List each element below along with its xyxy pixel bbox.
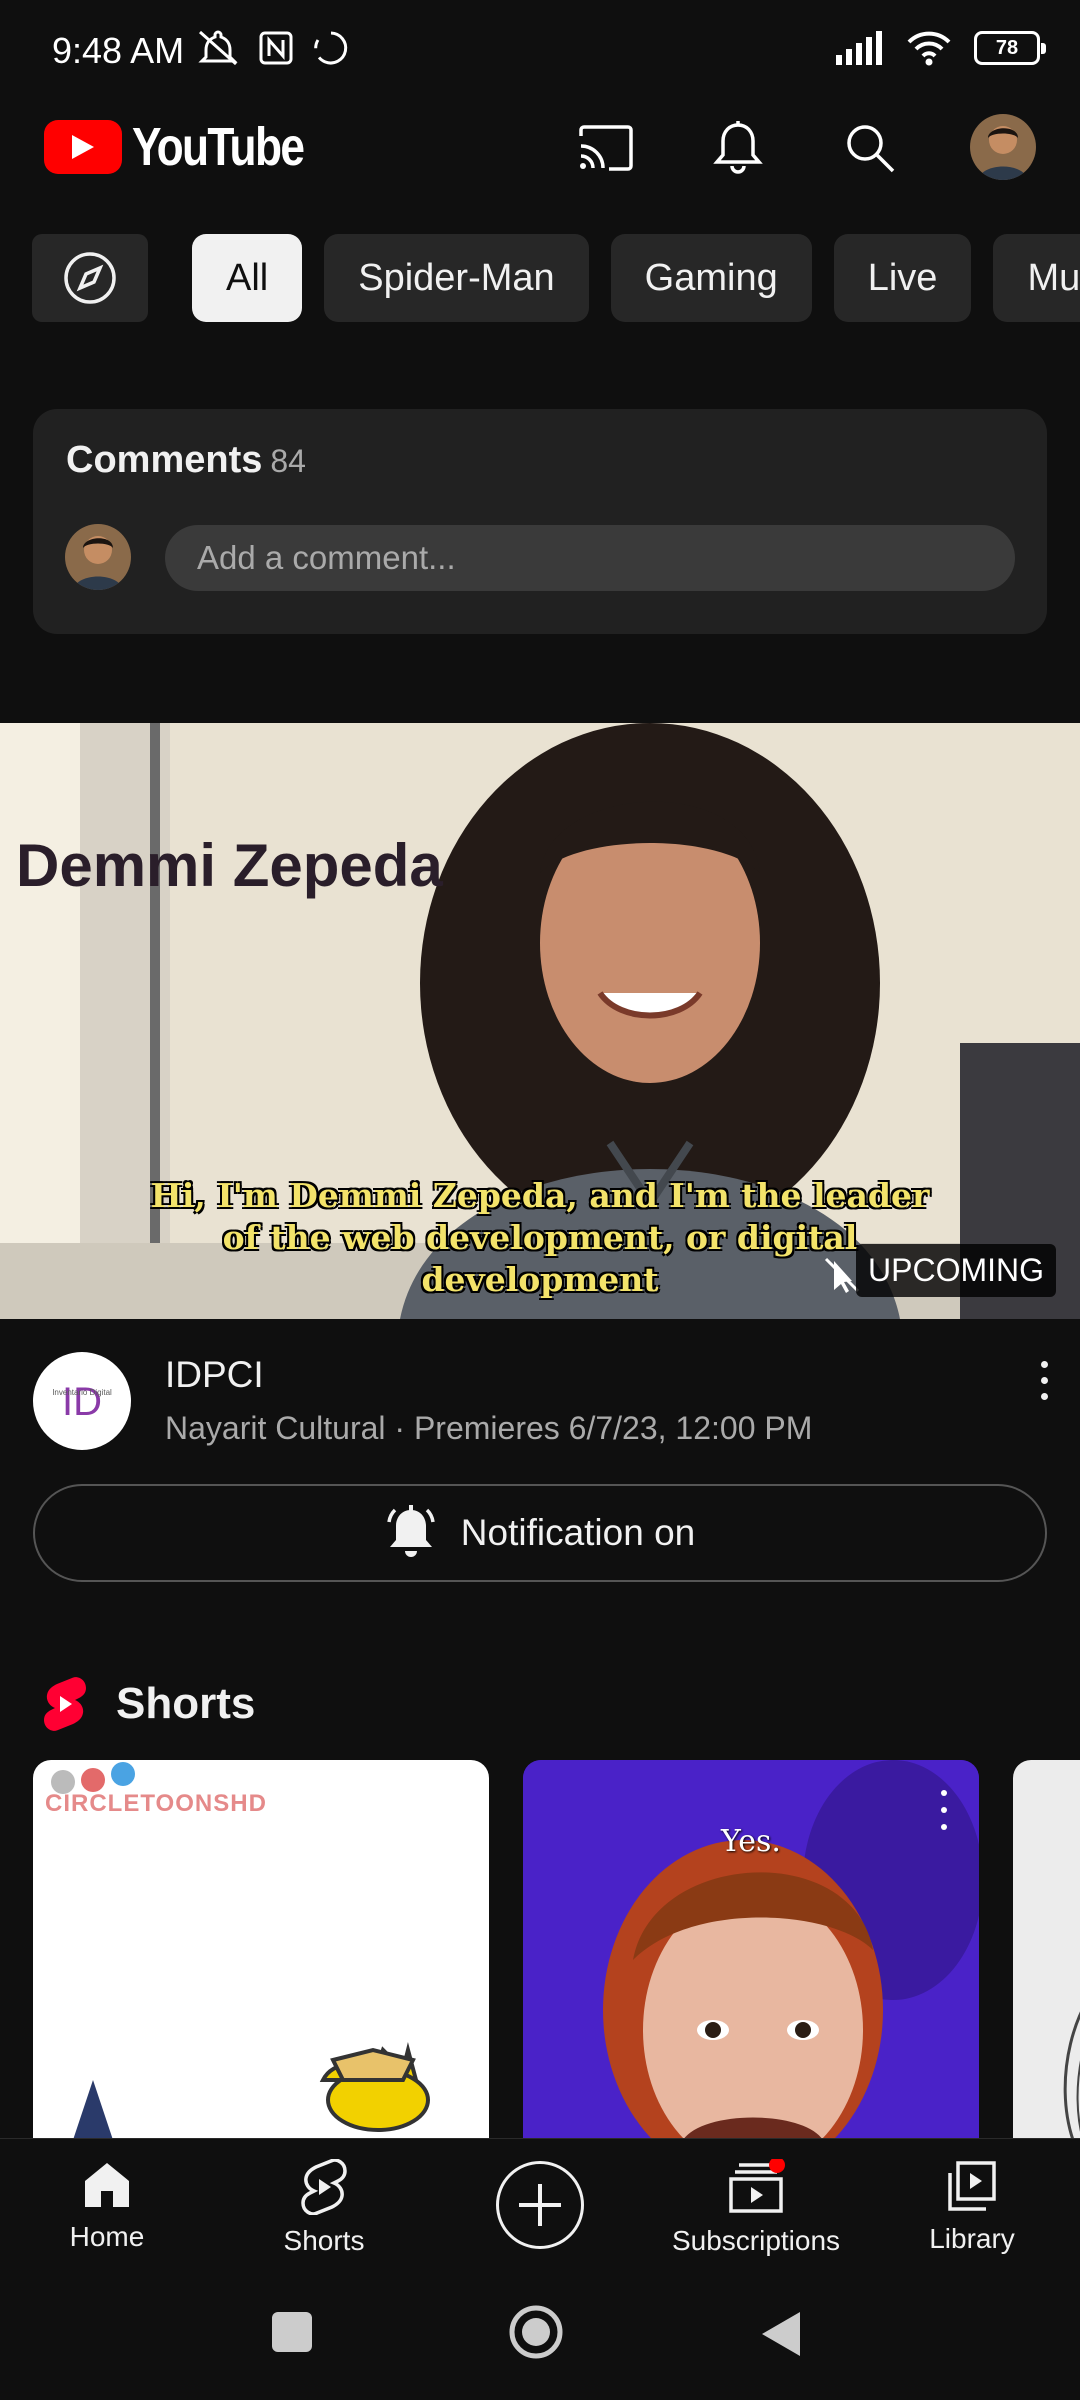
app-header: YouTube <box>0 104 1080 192</box>
nav-shorts-label: Shorts <box>283 2225 365 2256</box>
signal-icon <box>836 31 882 65</box>
home-system-button[interactable] <box>508 2304 564 2365</box>
filter-chips: All Spider-Man Gaming Live Mu <box>32 234 1080 322</box>
nav-library-label: Library <box>929 2223 1015 2254</box>
youtube-logo[interactable]: YouTube <box>44 116 341 178</box>
comments-count: 84 <box>270 443 306 479</box>
nav-subscriptions-label: Subscriptions <box>671 2225 841 2256</box>
back-triangle-icon <box>762 2312 800 2356</box>
nav-library[interactable]: Library <box>872 2159 1072 2255</box>
search-icon <box>847 125 895 173</box>
mute-vibrate-icon <box>198 30 238 66</box>
svg-text:ID: ID <box>62 1380 102 1424</box>
nav-home-label: Home <box>69 2221 145 2252</box>
subscriptions-icon <box>729 2159 785 2213</box>
short-cartoon-image <box>51 1762 430 2140</box>
channel-avatar[interactable]: ID Inventario Digital <box>33 1352 131 1450</box>
notifications-button[interactable] <box>702 112 774 184</box>
chip-gaming[interactable]: Gaming <box>610 234 812 322</box>
cast-icon <box>579 125 633 171</box>
recents-button[interactable] <box>270 2310 314 2359</box>
bell-filled-icon <box>387 1505 435 1557</box>
status-time: 9:48 AM <box>52 30 185 71</box>
short-man-image <box>523 1760 979 2140</box>
short-card[interactable]: CIRCLETOONSHD <box>33 1760 489 2140</box>
short-card[interactable] <box>1013 1760 1080 2140</box>
nav-shorts[interactable]: Shorts <box>224 2159 424 2257</box>
logo-wordmark: YouTube <box>132 117 305 177</box>
explore-chip[interactable] <box>32 234 148 322</box>
library-icon <box>948 2161 996 2211</box>
video-thumbnail[interactable]: Demmi Zepeda Hi, I'm Demmi Zepeda, and I… <box>0 723 1080 1319</box>
comments-title: Comments <box>66 439 263 481</box>
video-meta: Nayarit Cultural · Premieres 6/7/23, 12:… <box>165 1410 813 1446</box>
cast-button[interactable] <box>570 112 642 184</box>
notification-toggle-button[interactable]: Notification on <box>33 1484 1047 1582</box>
chip-live[interactable]: Live <box>833 234 972 322</box>
nav-subscriptions[interactable]: Subscriptions <box>656 2159 856 2257</box>
bell-icon <box>713 121 763 174</box>
battery-level: 78 <box>995 36 1019 59</box>
svg-text:Inventario Digital: Inventario Digital <box>52 1388 112 1397</box>
nav-home[interactable]: Home <box>7 2159 207 2253</box>
circle-icon <box>509 2305 563 2359</box>
comment-user-avatar <box>65 524 131 590</box>
chip-spider-man[interactable]: Spider-Man <box>324 234 589 322</box>
home-icon <box>85 2163 129 2207</box>
shorts-header: Shorts <box>42 1676 255 1732</box>
nfc-icon <box>259 31 293 65</box>
comments-card[interactable]: Comments 84 Add a comment... <box>33 409 1047 634</box>
wifi-icon <box>907 31 951 66</box>
account-avatar[interactable] <box>970 114 1036 180</box>
battery-icon: 78 <box>974 31 1046 65</box>
thumbnail-overlay-name: Demmi Zepeda <box>16 832 443 899</box>
notification-label: Notification on <box>460 1512 696 1553</box>
play-logo-icon <box>44 120 122 174</box>
short-more-button[interactable] <box>939 1790 949 1830</box>
status-bar: 9:48 AM 78 <box>0 0 1080 104</box>
sync-icon <box>314 31 348 65</box>
shorts-logo-icon <box>44 1677 86 1731</box>
shorts-icon <box>301 2159 347 2215</box>
short-caption: Yes. <box>721 1824 781 1859</box>
upcoming-badge: UPCOMING <box>856 1244 1056 1297</box>
create-button[interactable] <box>496 2161 584 2249</box>
plus-icon <box>519 2184 561 2226</box>
chip-all[interactable]: All <box>192 234 303 322</box>
channel-logo-icon: IDInventario Digital <box>52 1380 112 1424</box>
search-button[interactable] <box>834 112 906 184</box>
system-navigation-bar <box>0 2280 1080 2400</box>
video-title[interactable]: IDPCI <box>165 1354 264 1396</box>
compass-icon <box>64 252 116 304</box>
add-comment-input[interactable]: Add a comment... <box>165 525 1015 591</box>
square-icon <box>272 2312 312 2352</box>
short-card[interactable]: Yes. <box>523 1760 979 2140</box>
video-more-button[interactable] <box>1030 1356 1058 1404</box>
short-sketch-image <box>1063 2011 1080 2140</box>
shorts-title: Shorts <box>116 1679 256 1728</box>
back-button[interactable] <box>758 2310 802 2363</box>
chip-music[interactable]: Mu <box>993 234 1080 322</box>
bottom-navigation: Home Shorts Subscriptions Library <box>0 2138 1080 2280</box>
